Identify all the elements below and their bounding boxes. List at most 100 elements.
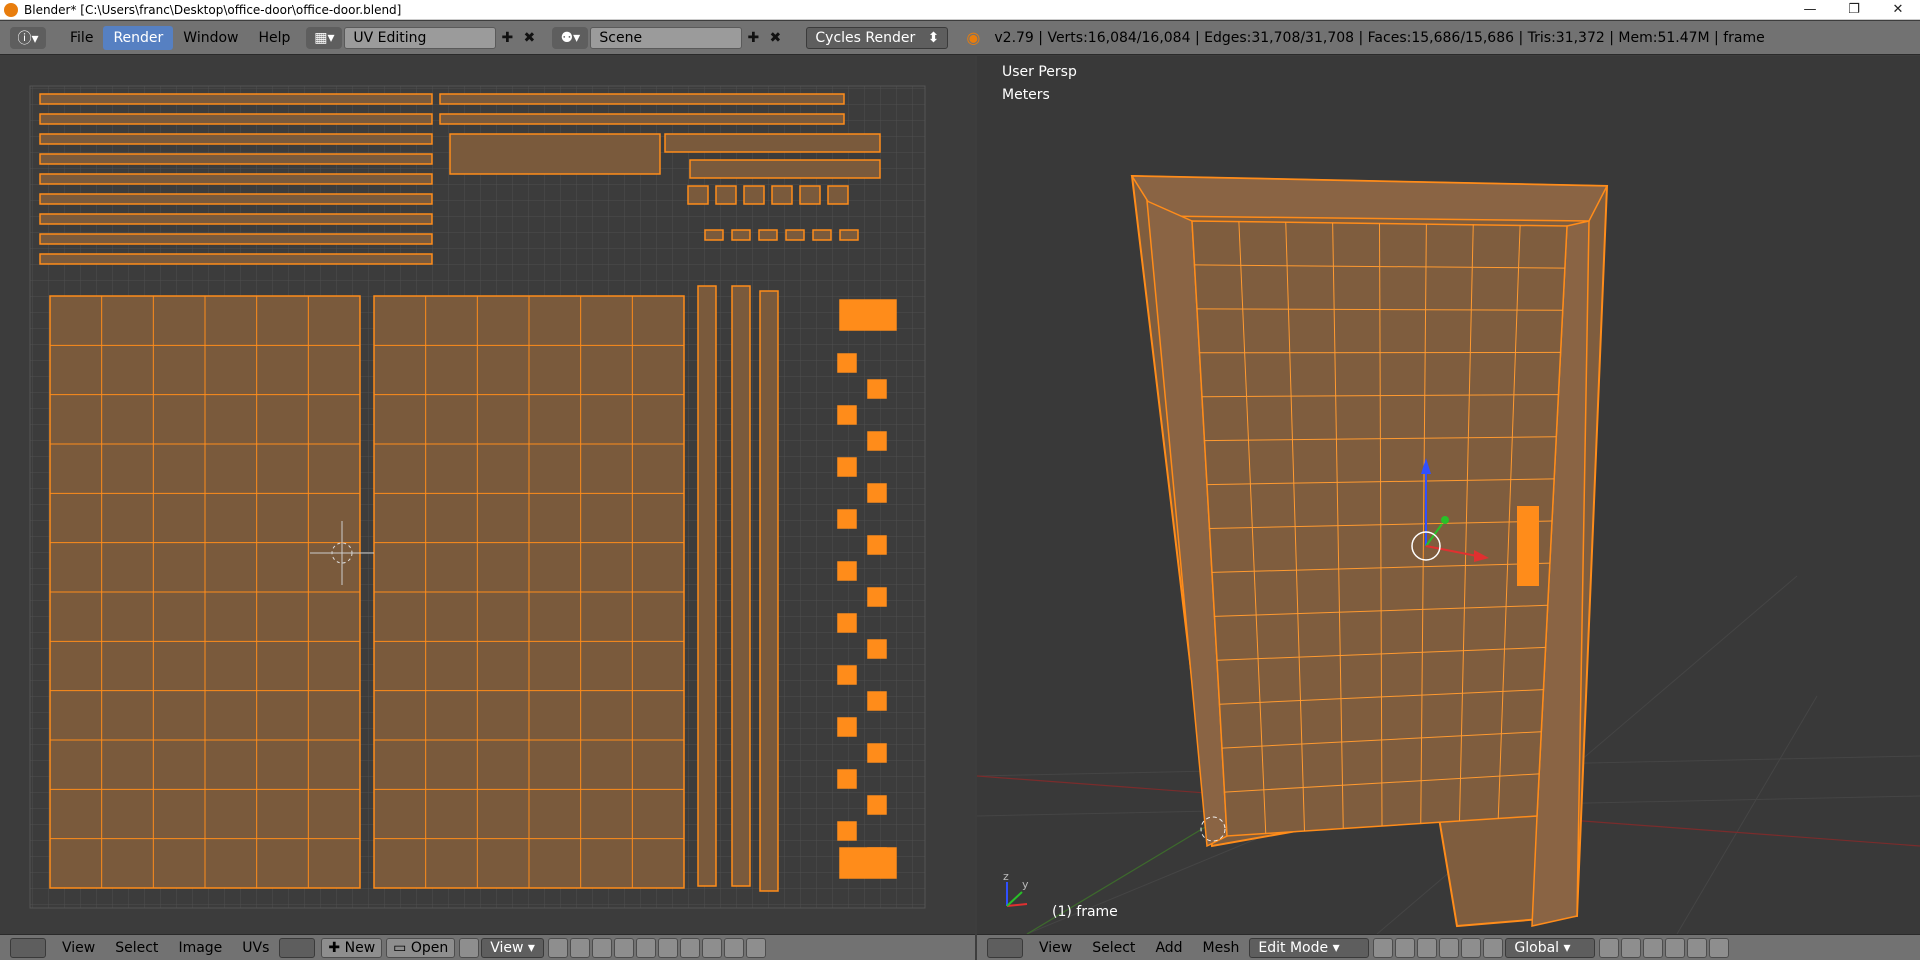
translate-icon[interactable] — [1439, 937, 1460, 958]
uv-island[interactable] — [837, 561, 857, 581]
uv-canvas[interactable] — [0, 56, 975, 934]
uv-island[interactable] — [785, 229, 805, 241]
uv-island[interactable] — [837, 769, 857, 789]
uv-island[interactable] — [731, 229, 751, 241]
shading-icon[interactable] — [1373, 937, 1394, 958]
sticky-mode-icon[interactable] — [679, 937, 700, 958]
uv-island[interactable] — [39, 253, 433, 265]
3d-viewport[interactable]: z y User Persp Meters (1) frame — [976, 56, 1920, 935]
minimize-icon[interactable]: — — [1788, 0, 1832, 20]
uv-island[interactable] — [837, 405, 857, 425]
scale-icon[interactable] — [1483, 937, 1504, 958]
uv-island[interactable] — [837, 665, 857, 685]
orientation-dropdown[interactable]: Global ▾ — [1505, 937, 1596, 958]
snap-toggle-icon[interactable] — [1709, 937, 1730, 958]
uv-island[interactable] — [837, 821, 857, 841]
uv-island[interactable] — [867, 431, 887, 451]
uv-island[interactable] — [39, 113, 433, 125]
mode-dropdown[interactable]: Edit Mode ▾ — [1249, 937, 1370, 958]
uv-island[interactable] — [39, 233, 433, 245]
vp-menu-view[interactable]: View — [1029, 940, 1082, 956]
vp-menu-mesh[interactable]: Mesh — [1193, 940, 1250, 956]
uv-menu-view[interactable]: View — [52, 940, 105, 956]
face-select-mode-icon[interactable] — [1643, 937, 1664, 958]
uv-menu-uvs[interactable]: UVs — [232, 940, 279, 956]
snap-icon[interactable] — [723, 937, 744, 958]
menu-render[interactable]: Render — [103, 25, 174, 50]
uv-island[interactable] — [439, 93, 845, 105]
uv-island[interactable] — [867, 587, 887, 607]
pin-icon[interactable] — [459, 937, 480, 958]
vertex-select-mode-icon[interactable] — [1599, 937, 1620, 958]
uv-island[interactable] — [827, 185, 849, 205]
proportional-editing-icon[interactable] — [1687, 937, 1708, 958]
close-icon[interactable]: ✕ — [1876, 0, 1920, 20]
open-image-button[interactable]: ▭ Open — [386, 937, 456, 958]
screen-layout-field[interactable]: UV Editing — [344, 26, 497, 49]
uv-island[interactable] — [715, 185, 737, 205]
uv-menu-select[interactable]: Select — [105, 940, 168, 956]
restore-icon[interactable]: ❐ — [1832, 0, 1876, 20]
delete-scene-icon[interactable]: ✖ — [764, 27, 786, 49]
rotate-icon[interactable] — [1461, 937, 1482, 958]
uv-island[interactable] — [743, 185, 765, 205]
image-browse-icon[interactable] — [279, 937, 316, 958]
vp-menu-add[interactable]: Add — [1145, 940, 1192, 956]
manipulator-icon[interactable] — [1417, 937, 1438, 958]
pivot-point-icon[interactable] — [1395, 937, 1416, 958]
uv-island[interactable] — [867, 535, 887, 555]
proportional-edit-icon[interactable] — [701, 937, 722, 958]
uv-island[interactable] — [771, 185, 793, 205]
uv-island[interactable] — [839, 299, 897, 331]
uv-island[interactable] — [837, 457, 857, 477]
viewport-canvas[interactable]: z y — [976, 56, 1920, 935]
editor-type-uv-button[interactable] — [10, 937, 46, 958]
uv-island[interactable] — [839, 229, 859, 241]
render-engine-dropdown[interactable]: Cycles Render ⬍ — [806, 26, 949, 49]
scene-field[interactable]: Scene — [590, 26, 743, 49]
uv-island[interactable] — [837, 613, 857, 633]
uv-island[interactable] — [39, 173, 433, 185]
uv-island[interactable] — [39, 193, 433, 205]
menu-file[interactable]: File — [60, 26, 103, 50]
uv-menu-image[interactable]: Image — [168, 940, 232, 956]
uv-island[interactable] — [731, 285, 751, 887]
uv-island[interactable] — [839, 847, 897, 879]
uv-island[interactable] — [758, 229, 778, 241]
uv-island[interactable] — [704, 229, 724, 241]
uv-island[interactable] — [867, 483, 887, 503]
uv-island[interactable] — [449, 133, 661, 175]
delete-screen-icon[interactable]: ✖ — [518, 27, 540, 49]
scene-icon[interactable]: ⚉▾ — [552, 26, 589, 49]
uv-island[interactable] — [39, 93, 433, 105]
uv-island[interactable] — [837, 717, 857, 737]
island-select-icon[interactable] — [657, 937, 678, 958]
snap-target-icon[interactable] — [745, 937, 766, 958]
add-scene-icon[interactable]: ✚ — [742, 27, 764, 49]
editor-type-info-button[interactable]: ⓘ▾ — [10, 26, 46, 49]
new-image-button[interactable]: ✚ New — [321, 937, 383, 958]
menu-help[interactable]: Help — [248, 26, 300, 50]
view-mode-dropdown[interactable]: View ▾ — [481, 937, 544, 958]
uv-island[interactable] — [759, 290, 779, 892]
door-mesh[interactable] — [1130, 174, 1609, 928]
uv-island[interactable] — [689, 159, 881, 179]
edge-select-mode-icon[interactable] — [1621, 937, 1642, 958]
sync-selection-icon[interactable] — [569, 937, 590, 958]
editor-type-3d-button[interactable] — [987, 937, 1023, 958]
uv-island[interactable] — [664, 133, 881, 153]
uv-island[interactable] — [812, 229, 832, 241]
uv-island[interactable] — [867, 639, 887, 659]
uv-island[interactable] — [687, 185, 709, 205]
menu-window[interactable]: Window — [173, 26, 248, 50]
add-screen-icon[interactable]: ✚ — [496, 27, 518, 49]
uv-island[interactable] — [439, 113, 845, 125]
screen-layout-icon[interactable]: ▦▾ — [306, 26, 343, 49]
vp-menu-select[interactable]: Select — [1082, 940, 1145, 956]
pivot-icon[interactable] — [547, 937, 568, 958]
vertex-select-icon[interactable] — [591, 937, 612, 958]
uv-island[interactable] — [867, 743, 887, 763]
limit-selection-icon[interactable] — [1665, 937, 1686, 958]
uv-island[interactable] — [867, 379, 887, 399]
edge-select-icon[interactable] — [613, 937, 634, 958]
